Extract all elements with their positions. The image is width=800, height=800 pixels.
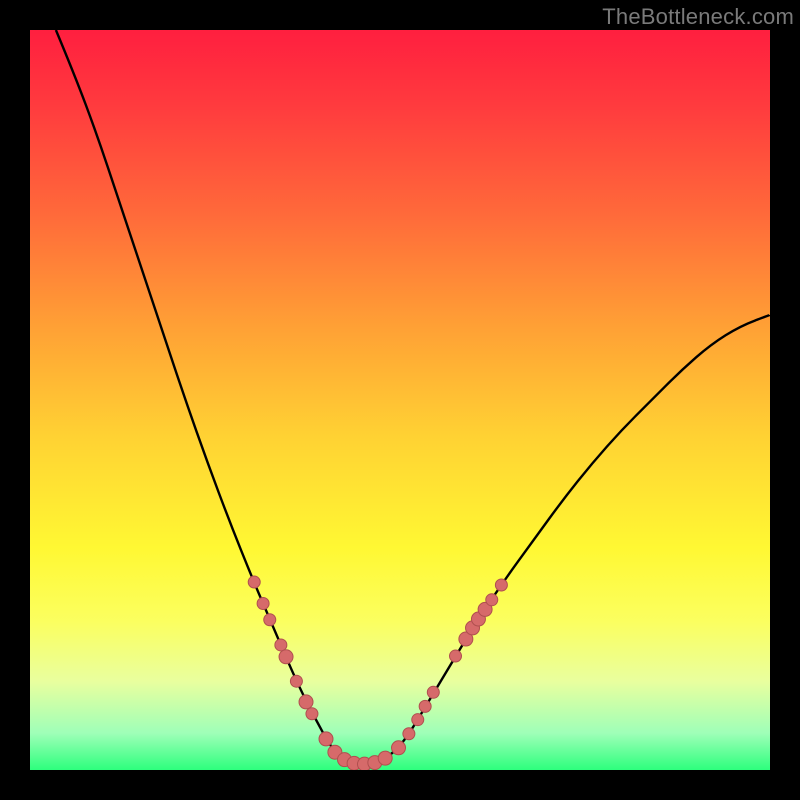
curve-marker [319,732,333,746]
curve-marker [306,708,318,720]
curve-marker [275,639,287,651]
curve-marker [450,650,462,662]
curve-marker [264,614,276,626]
plot-area [30,30,770,770]
curve-marker [486,594,498,606]
curve-marker [248,576,260,588]
curve-marker [419,700,431,712]
curve-marker [290,675,302,687]
curve-marker [392,741,406,755]
curve-marker [299,695,313,709]
curve-marker [279,650,293,664]
curve-marker [403,728,415,740]
curve-marker [495,579,507,591]
curve-marker [427,686,439,698]
chart-svg [30,30,770,770]
curve-markers [248,576,507,770]
curve-marker [378,751,392,765]
bottleneck-curve [56,30,770,764]
curve-marker [257,598,269,610]
watermark-text: TheBottleneck.com [602,4,794,30]
curve-marker [412,714,424,726]
chart-frame: TheBottleneck.com [0,0,800,800]
